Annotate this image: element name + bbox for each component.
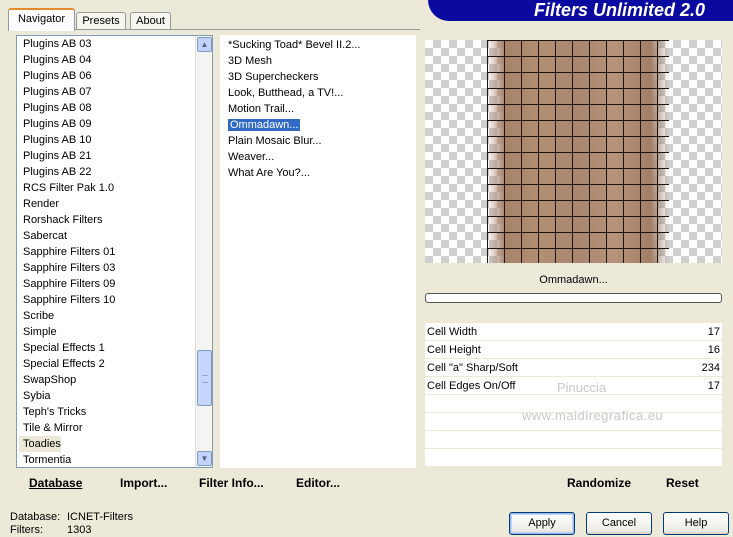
parameter-value: 17 bbox=[707, 326, 720, 338]
filter-item-label: Plain Mosaic Blur... bbox=[228, 135, 322, 147]
scroll-up-icon[interactable]: ▲ bbox=[197, 37, 212, 52]
filter-item-label: 3D Mesh bbox=[228, 55, 273, 67]
filter-item[interactable]: Weaver... bbox=[220, 149, 416, 165]
category-item[interactable]: Special Effects 1 bbox=[17, 340, 212, 356]
parameter-label: Cell Edges On/Off bbox=[427, 380, 516, 392]
database-value: ICNET-Filters bbox=[67, 511, 133, 523]
filter-item-label: 3D Supercheckers bbox=[228, 71, 319, 83]
category-item[interactable]: Sapphire Filters 01 bbox=[17, 244, 212, 260]
filter-item-label: Ommadawn... bbox=[226, 118, 302, 132]
parameter-row[interactable]: Cell Height 16 bbox=[425, 341, 722, 359]
category-item[interactable]: SwapShop bbox=[17, 372, 212, 388]
filter-toolbar: Database Import... Filter Info... Editor… bbox=[8, 470, 722, 496]
category-item[interactable]: Simple bbox=[17, 324, 212, 340]
category-item[interactable]: Render bbox=[17, 196, 212, 212]
filter-item[interactable]: Motion Trail... bbox=[220, 101, 416, 117]
category-item[interactable]: Plugins AB 06 bbox=[17, 68, 212, 84]
database-label: Database: bbox=[10, 511, 61, 523]
apply-button[interactable]: Apply bbox=[509, 512, 575, 535]
tab-navigator[interactable]: Navigator bbox=[8, 8, 75, 31]
preview-filter-name: Ommadawn... bbox=[539, 274, 608, 286]
watermark-url: www.maidiregrafica.eu bbox=[522, 408, 664, 423]
filter-list[interactable]: *Sucking Toad* Bevel II.2... 3D Mesh 3D Su… bbox=[220, 35, 416, 468]
parameter-value: 16 bbox=[707, 344, 720, 356]
category-item[interactable]: Tile & Mirror bbox=[17, 420, 212, 436]
parameter-panel: Cell Width 17 Cell Height 16 Cell "a" Sharp/… bbox=[425, 323, 722, 467]
category-item[interactable]: Sapphire Filters 03 bbox=[17, 260, 212, 276]
cancel-button[interactable]: Cancel bbox=[586, 512, 652, 535]
filter-item[interactable]: *Sucking Toad* Bevel II.2... bbox=[220, 37, 416, 53]
category-item[interactable]: Rorshack Filters bbox=[17, 212, 212, 228]
parameter-row[interactable]: Cell "a" Sharp/Soft 234 bbox=[425, 359, 722, 377]
tab-about[interactable]: About bbox=[130, 12, 171, 30]
status-area: Database: ICNET-Filters Filters: 1303 bbox=[10, 511, 133, 537]
category-scrollbar[interactable]: ▲ ▼ bbox=[195, 36, 212, 467]
category-item[interactable]: RCS Filter Pak 1.0 bbox=[17, 180, 212, 196]
filter-item-label: Look, Butthead, a TV!... bbox=[228, 87, 344, 99]
category-item[interactable]: Sapphire Filters 10 bbox=[17, 292, 212, 308]
category-item[interactable]: Sapphire Filters 09 bbox=[17, 276, 212, 292]
category-item[interactable]: Plugins AB 08 bbox=[17, 100, 212, 116]
scroll-thumb[interactable] bbox=[197, 350, 212, 406]
filters-count-value: 1303 bbox=[67, 524, 92, 536]
category-item[interactable]: Tormentia bbox=[17, 452, 212, 467]
progress-bar bbox=[425, 293, 722, 303]
filter-item[interactable]: 3D Supercheckers bbox=[220, 69, 416, 85]
category-item[interactable]: Plugins AB 03 bbox=[17, 36, 212, 52]
database-button[interactable]: Database bbox=[29, 470, 82, 496]
filter-info-button[interactable]: Filter Info... bbox=[199, 470, 264, 496]
category-item[interactable]: Plugins AB 22 bbox=[17, 164, 212, 180]
import-button[interactable]: Import... bbox=[120, 470, 167, 496]
category-item[interactable]: Toadies bbox=[19, 436, 61, 452]
parameter-label: Cell Width bbox=[427, 326, 478, 338]
app-title-banner: Filters Unlimited 2.0 bbox=[428, 0, 733, 21]
reset-button[interactable]: Reset bbox=[666, 470, 699, 496]
parameter-row[interactable]: Cell Width 17 bbox=[425, 323, 722, 341]
parameter-label: Cell Height bbox=[427, 344, 481, 356]
filter-item[interactable]: Look, Butthead, a TV!... bbox=[220, 85, 416, 101]
filter-item-label: What Are You?... bbox=[228, 167, 310, 179]
category-item[interactable]: Scribe bbox=[17, 308, 212, 324]
parameter-label: Cell "a" Sharp/Soft bbox=[427, 362, 518, 374]
filters-count-label: Filters: bbox=[10, 524, 43, 536]
preview-texture bbox=[487, 40, 669, 263]
category-item[interactable]: Sabercat bbox=[17, 228, 212, 244]
filter-item[interactable]: 3D Mesh bbox=[220, 53, 416, 69]
preview-image bbox=[425, 40, 722, 263]
watermark-name: Pinuccia bbox=[557, 380, 607, 395]
filter-item-label: Motion Trail... bbox=[228, 103, 295, 115]
filter-item[interactable]: What Are You?... bbox=[220, 165, 416, 181]
randomize-button[interactable]: Randomize bbox=[567, 470, 631, 496]
filter-item-label: *Sucking Toad* Bevel II.2... bbox=[228, 39, 361, 51]
category-list[interactable]: Plugins AB 03 Plugins AB 04 Plugins AB 06 P… bbox=[16, 35, 213, 468]
filter-item[interactable]: Ommadawn... bbox=[220, 117, 416, 133]
category-item[interactable]: Plugins AB 10 bbox=[17, 132, 212, 148]
category-item[interactable]: Sybia bbox=[17, 388, 212, 404]
scroll-down-icon[interactable]: ▼ bbox=[197, 451, 212, 466]
help-button[interactable]: Help bbox=[663, 512, 729, 535]
filter-item-label: Weaver... bbox=[228, 151, 275, 163]
category-item[interactable]: Plugins AB 09 bbox=[17, 116, 212, 132]
category-item[interactable]: Plugins AB 21 bbox=[17, 148, 212, 164]
category-item[interactable]: Special Effects 2 bbox=[17, 356, 212, 372]
parameter-value: 234 bbox=[701, 362, 720, 374]
category-item[interactable]: Plugins AB 04 bbox=[17, 52, 212, 68]
tab-presets[interactable]: Presets bbox=[76, 12, 126, 30]
parameter-value: 17 bbox=[707, 380, 720, 392]
filter-item[interactable]: Plain Mosaic Blur... bbox=[220, 133, 416, 149]
category-item[interactable]: Teph's Tricks bbox=[17, 404, 212, 420]
editor-button[interactable]: Editor... bbox=[296, 470, 340, 496]
category-item[interactable]: Plugins AB 07 bbox=[17, 84, 212, 100]
